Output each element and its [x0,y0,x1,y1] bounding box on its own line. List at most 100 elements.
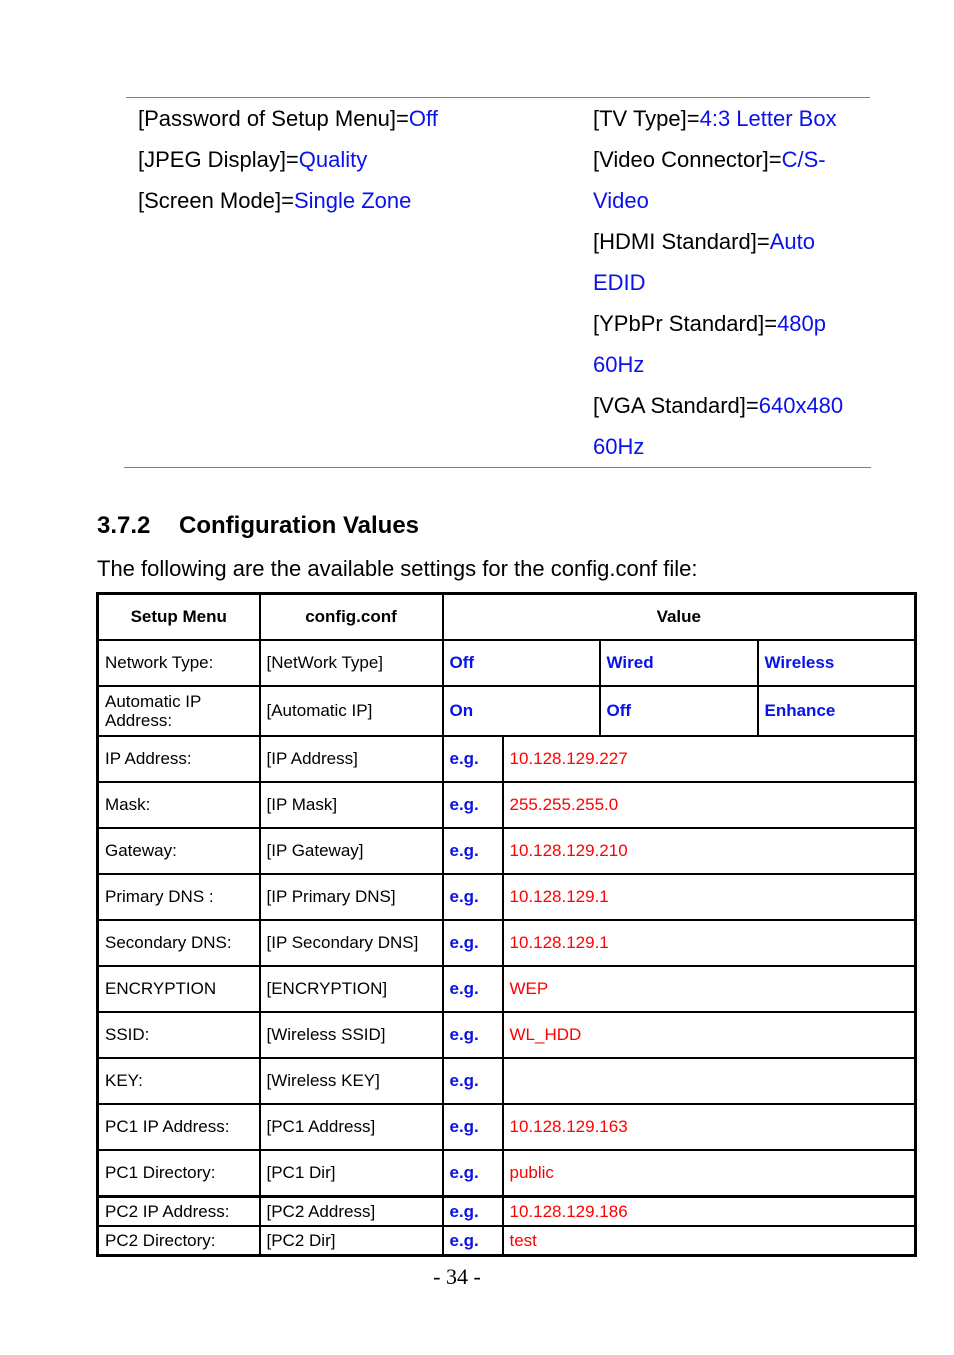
cell-conf: [IP Mask] [258,781,444,829]
setting-hdmi-standard: [HDMI Standard]=Auto EDID [593,221,833,303]
table-row: Secondary DNS: [IP Secondary DNS] e.g. 10.1… [96,919,917,967]
table-row: Network Type: [NetWork Type] Off Wired W… [96,639,917,687]
table-row: KEY: [Wireless KEY] e.g. [96,1057,917,1105]
config-values-table: Setup Menu config.conf Value Network Typ… [96,592,918,1257]
section-number: 3.7.2 [97,512,151,539]
cell-example: 10.128.129.227 [501,735,917,783]
setting-key: [Video Connector]= [593,147,782,172]
table-row: Mask: [IP Mask] e.g. 255.255.255.0 [96,781,917,829]
cell-conf: [PC1 Address] [258,1103,444,1151]
table-row: IP Address: [IP Address] e.g. 10.128.129.22… [96,735,917,783]
cell-eg: e.g. [441,827,504,875]
cell-eg: e.g. [441,1103,504,1151]
setting-key: [JPEG Display]= [138,147,299,172]
setting-tv-type: [TV Type]=4:3 Letter Box [593,98,863,139]
cell-option: Off [441,639,601,687]
page-number: - 34 - [433,1264,481,1289]
setting-password: [Password of Setup Menu]=Off [138,98,438,139]
setting-vga-standard: [VGA Standard]=640x480 60Hz [593,385,858,467]
setting-value: Quality [298,147,368,172]
setting-key: [TV Type]= [593,106,700,131]
cell-example: 10.128.129.210 [501,827,917,875]
setting-key: [Screen Mode]= [138,188,294,213]
cell-eg: e.g. [441,1011,504,1059]
cell-menu: IP Address: [96,735,261,783]
table-row: PC1 IP Address: [PC1 Address] e.g. 10.128.1… [96,1103,917,1151]
cell-menu: ENCRYPTION [96,965,261,1013]
cell-eg: e.g. [441,873,504,921]
cell-conf: [NetWork Type] [258,639,444,687]
cell-menu: Primary DNS : [96,873,261,921]
bottom-rule [124,467,871,468]
cell-option: Wireless [756,639,917,687]
setting-value: Single Zone [293,188,412,213]
cell-conf: [Wireless KEY] [258,1057,444,1105]
table-row: PC2 IP Address: [PC2 Address] e.g. 10.128.1… [96,1195,917,1227]
cell-conf: [IP Gateway] [258,827,444,875]
cell-example: 10.128.129.1 [501,919,917,967]
section-title: Configuration Values [179,512,420,539]
cell-menu: PC2 Directory: [96,1225,261,1257]
cell-option: On [441,685,601,737]
cell-conf: [PC2 Address] [258,1195,444,1227]
cell-menu: KEY: [96,1057,261,1105]
cell-eg: e.g. [441,919,504,967]
cell-option: Wired [598,639,759,687]
cell-eg: e.g. [441,1225,504,1257]
cell-conf: [IP Primary DNS] [258,873,444,921]
cell-example: test [501,1225,917,1257]
setting-key: [YPbPr Standard]= [593,311,778,336]
cell-example: 255.255.255.0 [501,781,917,829]
setting-value: Off [408,106,438,131]
cell-example: WEP [501,965,917,1013]
table-row: Automatic IP Address: [Automatic IP] On … [96,685,917,737]
cell-conf: [Wireless SSID] [258,1011,444,1059]
cell-eg: e.g. [441,965,504,1013]
cell-menu: Gateway: [96,827,261,875]
setting-screen-mode: [Screen Mode]=Single Zone [138,180,411,221]
cell-example: public [501,1149,917,1198]
cell-example: 10.128.129.186 [501,1195,917,1227]
cell-option: Off [598,685,759,737]
cell-conf: [ENCRYPTION] [258,965,444,1013]
setting-key: [VGA Standard]= [593,393,759,418]
table-row: Primary DNS : [IP Primary DNS] e.g. 10.128.… [96,873,917,921]
cell-eg: e.g. [441,781,504,829]
table-row: PC1 Directory: [PC1 Dir] e.g. public [96,1149,917,1198]
setting-key: [Password of Setup Menu]= [138,106,409,131]
section-heading: 3.7.2 Configuration Values [97,512,419,540]
cell-option: Enhance [756,685,917,737]
cell-conf: [IP Secondary DNS] [258,919,444,967]
cell-conf: [PC2 Dir] [258,1225,444,1257]
cell-eg: e.g. [441,1057,504,1105]
cell-example: 10.128.129.163 [501,1103,917,1151]
cell-menu: Secondary DNS: [96,919,261,967]
cell-example: 10.128.129.1 [501,873,917,921]
cell-menu: Mask: [96,781,261,829]
table-row: Gateway: [IP Gateway] e.g. 10.128.129.210 [96,827,917,875]
section-intro: The following are the available settings… [97,556,698,581]
header-value: Value [441,592,917,641]
cell-eg: e.g. [441,1149,504,1198]
header-config-conf: config.conf [258,592,444,641]
setting-video-connector: [Video Connector]=C/S-Video [593,139,833,221]
setting-ypbpr-standard: [YPbPr Standard]=480p 60Hz [593,303,843,385]
cell-menu: PC2 IP Address: [96,1195,261,1227]
cell-conf: [PC1 Dir] [258,1149,444,1198]
table-row: SSID: [Wireless SSID] e.g. WL_HDD [96,1011,917,1059]
setting-key: [HDMI Standard]= [593,229,770,254]
header-setup-menu: Setup Menu [96,592,261,641]
cell-menu: PC1 Directory: [96,1149,261,1198]
cell-example: WL_HDD [501,1011,917,1059]
cell-eg: e.g. [441,735,504,783]
cell-conf: [IP Address] [258,735,444,783]
setting-jpeg-display: [JPEG Display]=Quality [138,139,367,180]
table-row: ENCRYPTION [ENCRYPTION] e.g. WEP [96,965,917,1013]
setting-value: 4:3 Letter Box [699,106,837,131]
cell-menu: Automatic IP Address: [96,685,261,737]
cell-example [501,1057,917,1105]
cell-menu: PC1 IP Address: [96,1103,261,1151]
cell-conf: [Automatic IP] [258,685,444,737]
cell-menu: Network Type: [96,639,261,687]
table-row: PC2 Directory: [PC2 Dir] e.g. test [96,1225,917,1257]
